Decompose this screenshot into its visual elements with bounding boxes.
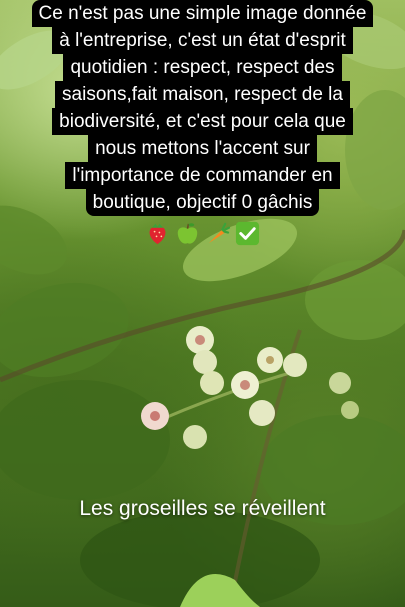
green-apple-icon [177, 223, 198, 244]
caption-line: Ce n'est pas une simple image donnée [31, 0, 374, 27]
photo-overlay-caption: Les groseilles se réveillent [79, 497, 326, 520]
caption-text-block: Ce n'est pas une simple image donnée à l… [0, 0, 405, 247]
check-mark-button-icon [235, 221, 260, 246]
caption-line: l'importance de commander en [65, 162, 340, 189]
story-screen: Ce n'est pas une simple image donnée à l… [0, 0, 405, 607]
strawberry-icon [149, 223, 166, 245]
caption-line: quotidien : respect, respect des [63, 54, 342, 81]
caption-line: nous mettons l'accent sur [88, 135, 317, 162]
carrot-icon [208, 222, 231, 244]
caption-line: à l'entreprise, c'est un état d'esprit [52, 27, 353, 54]
emoji-row [144, 220, 261, 247]
caption-line: saisons,fait maison, respect de la [55, 81, 350, 108]
caption-line: biodiversité, et c'est pour cela que [52, 108, 353, 135]
caption-line: boutique, objectif 0 gâchis [85, 189, 320, 216]
